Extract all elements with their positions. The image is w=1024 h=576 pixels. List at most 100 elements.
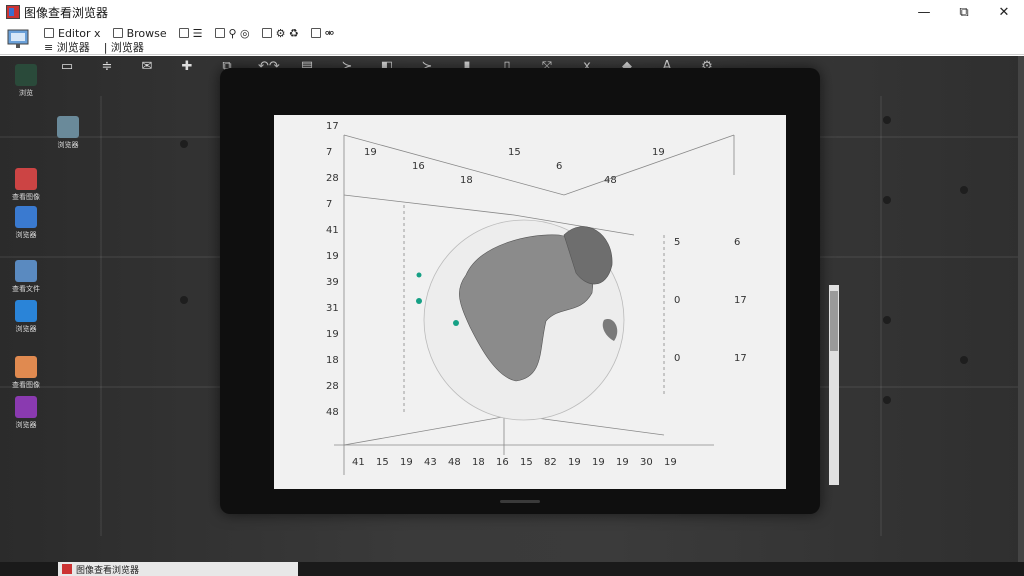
menu-item-0[interactable]: Editor x: [44, 27, 101, 40]
menu-item-1[interactable]: Browse: [112, 26, 167, 40]
toolbar-button-0[interactable]: ▭: [52, 56, 82, 90]
shortcut-icon: [15, 168, 37, 190]
tick-group-right: 5 6 0 17 0 17: [674, 237, 747, 364]
shortcut-icon: [15, 64, 37, 86]
workspace: ▭≑✉✚⧉↶↷▤查看≻—◧编辑器≻—▮浏览器▯⤧x ✕◆浏览器A ●⚙ 浏览浏览…: [0, 56, 1024, 562]
desktop-shortcut[interactable]: 浏览器: [44, 116, 92, 150]
shortcut-icon: [15, 396, 37, 418]
minimize-button[interactable]: —: [904, 0, 944, 24]
tick-label: 6: [556, 161, 562, 172]
breadcrumb-item[interactable]: ≡ 浏览器: [44, 39, 90, 55]
marker-dot: [416, 298, 422, 304]
tick-label: 18: [472, 457, 485, 468]
menu-item-2[interactable]: ☰: [178, 27, 203, 40]
tick-label: 30: [640, 457, 653, 468]
app-logo-icon: [6, 5, 20, 19]
marker-dot: [453, 320, 459, 326]
tick-label: 43: [424, 457, 437, 468]
app-window: 图像查看浏览器 — ⧉ ✕ Editor x Browse ☰ ⚲ ◎ ⚙ ♻ ⚮ ≡ 浏…: [0, 0, 1024, 576]
tick-label: 16: [496, 457, 509, 468]
window-controls: — ⧉ ✕: [904, 0, 1024, 24]
shortcut-label: 浏览器: [15, 325, 37, 333]
tick-label: 7: [326, 199, 332, 210]
marker-dot: [416, 272, 422, 278]
pegboard-dot: [883, 196, 891, 204]
desktop-shortcut[interactable]: 浏览: [2, 64, 50, 98]
monitor-screen: 17 7 28 7 41 19 39 31 19 18 28 48 41 15 19 43 48 18 16 15 8…: [274, 115, 839, 489]
desktop-shortcut[interactable]: 查看文件: [2, 260, 50, 294]
desktop-shortcut[interactable]: 浏览器: [2, 396, 50, 430]
tick-label: 15: [376, 457, 389, 468]
tick-group-bottom: 41 15 19 43 48 18 16 15 82 19 19 19 30 19: [352, 457, 677, 468]
screen-scrollbar[interactable]: [829, 285, 839, 485]
tick-label: 18: [326, 355, 339, 366]
menu-item-label: ⚙ ♻: [275, 26, 299, 40]
tick-label: 19: [400, 457, 413, 468]
menu-logo-icon[interactable]: [6, 26, 32, 52]
shortcut-label: 查看文件: [12, 285, 40, 293]
tools-icon: [261, 28, 272, 38]
tick-label: 16: [412, 161, 425, 172]
shortcut-icon: [57, 116, 79, 138]
toolbar-button-1[interactable]: ≑: [92, 56, 122, 90]
tick-label: 15: [508, 147, 521, 158]
link-icon: [310, 28, 321, 38]
tick-label: 17: [734, 353, 747, 364]
tick-label: 5: [674, 237, 680, 248]
menu-bar: Editor x Browse ☰ ⚲ ◎ ⚙ ♻ ⚮ ≡ 浏览器 | 浏览器: [0, 24, 1024, 55]
shortcut-label: 浏览: [19, 89, 33, 97]
menu-item-label: ⚮: [324, 26, 335, 40]
shortcut-label: 浏览器: [15, 421, 37, 429]
shelf-line: [100, 96, 102, 536]
restore-button[interactable]: ⧉: [944, 0, 984, 24]
tick-label: 19: [616, 457, 629, 468]
desktop-shortcut[interactable]: 查看图像: [2, 168, 50, 202]
close-button[interactable]: ✕: [984, 0, 1024, 24]
menu-item-3[interactable]: ⚲ ◎: [214, 27, 250, 40]
taskbar: 图像查看浏览器: [0, 562, 1024, 576]
title-bar: 图像查看浏览器 — ⧉ ✕: [0, 0, 1024, 24]
toolbar-icon: ✉: [141, 59, 153, 74]
toolbar-button-3[interactable]: ✚: [172, 56, 202, 90]
right-edge-strip: [1018, 56, 1024, 562]
menu-row-primary: Editor x Browse ☰ ⚲ ◎ ⚙ ♻ ⚮: [44, 26, 346, 40]
shortcut-label: 查看图像: [12, 381, 40, 389]
shortcut-label: 浏览器: [57, 141, 79, 149]
globe-plot-image: 17 7 28 7 41 19 39 31 19 18 28 48 41 15 19 43 48 18 16 15 8…: [326, 121, 747, 475]
tick-label: 19: [652, 147, 665, 158]
tick-label: 82: [544, 457, 557, 468]
desktop-shortcut[interactable]: 浏览器: [2, 300, 50, 334]
browse-icon: [112, 28, 123, 38]
document-icon: [44, 28, 54, 38]
tick-label: 7: [326, 147, 332, 158]
pegboard-dot: [180, 140, 188, 148]
desktop-shortcut[interactable]: 查看图像: [2, 356, 50, 390]
pegboard-dot: [883, 396, 891, 404]
tick-label: 31: [326, 303, 339, 314]
tick-label: 17: [734, 295, 747, 306]
menu-item-5[interactable]: ⚮: [310, 26, 335, 40]
tick-label: 39: [326, 277, 339, 288]
breadcrumb-item[interactable]: | 浏览器: [104, 39, 144, 55]
tick-group-left: 17 7 28 7 41 19 39 31 19 18 28 48: [326, 121, 339, 418]
toolbar-icon: ✚: [181, 59, 193, 74]
shortcut-icon: [15, 356, 37, 378]
shortcut-icon: [15, 300, 37, 322]
shortcut-label: 浏览器: [15, 231, 37, 239]
desktop-shortcut[interactable]: 浏览器: [2, 206, 50, 240]
menu-item-4[interactable]: ⚙ ♻: [261, 26, 299, 40]
menu-item-label: Browse: [126, 26, 167, 40]
globe: [416, 219, 625, 421]
tick-label: 0: [674, 295, 680, 306]
menu-item-label: Editor x: [58, 26, 101, 40]
tick-label: 48: [448, 457, 461, 468]
toolbar-button-2[interactable]: ✉: [132, 56, 162, 90]
pegboard-dot: [180, 296, 188, 304]
pegboard-dot: [960, 186, 968, 194]
taskbar-app-item[interactable]: 图像查看浏览器: [58, 562, 298, 576]
tick-label: 41: [326, 225, 339, 236]
tick-label: 41: [352, 457, 365, 468]
pegboard-dot: [960, 356, 968, 364]
taskbar-app-label: 图像查看浏览器: [76, 565, 140, 576]
tick-label: 48: [326, 407, 339, 418]
